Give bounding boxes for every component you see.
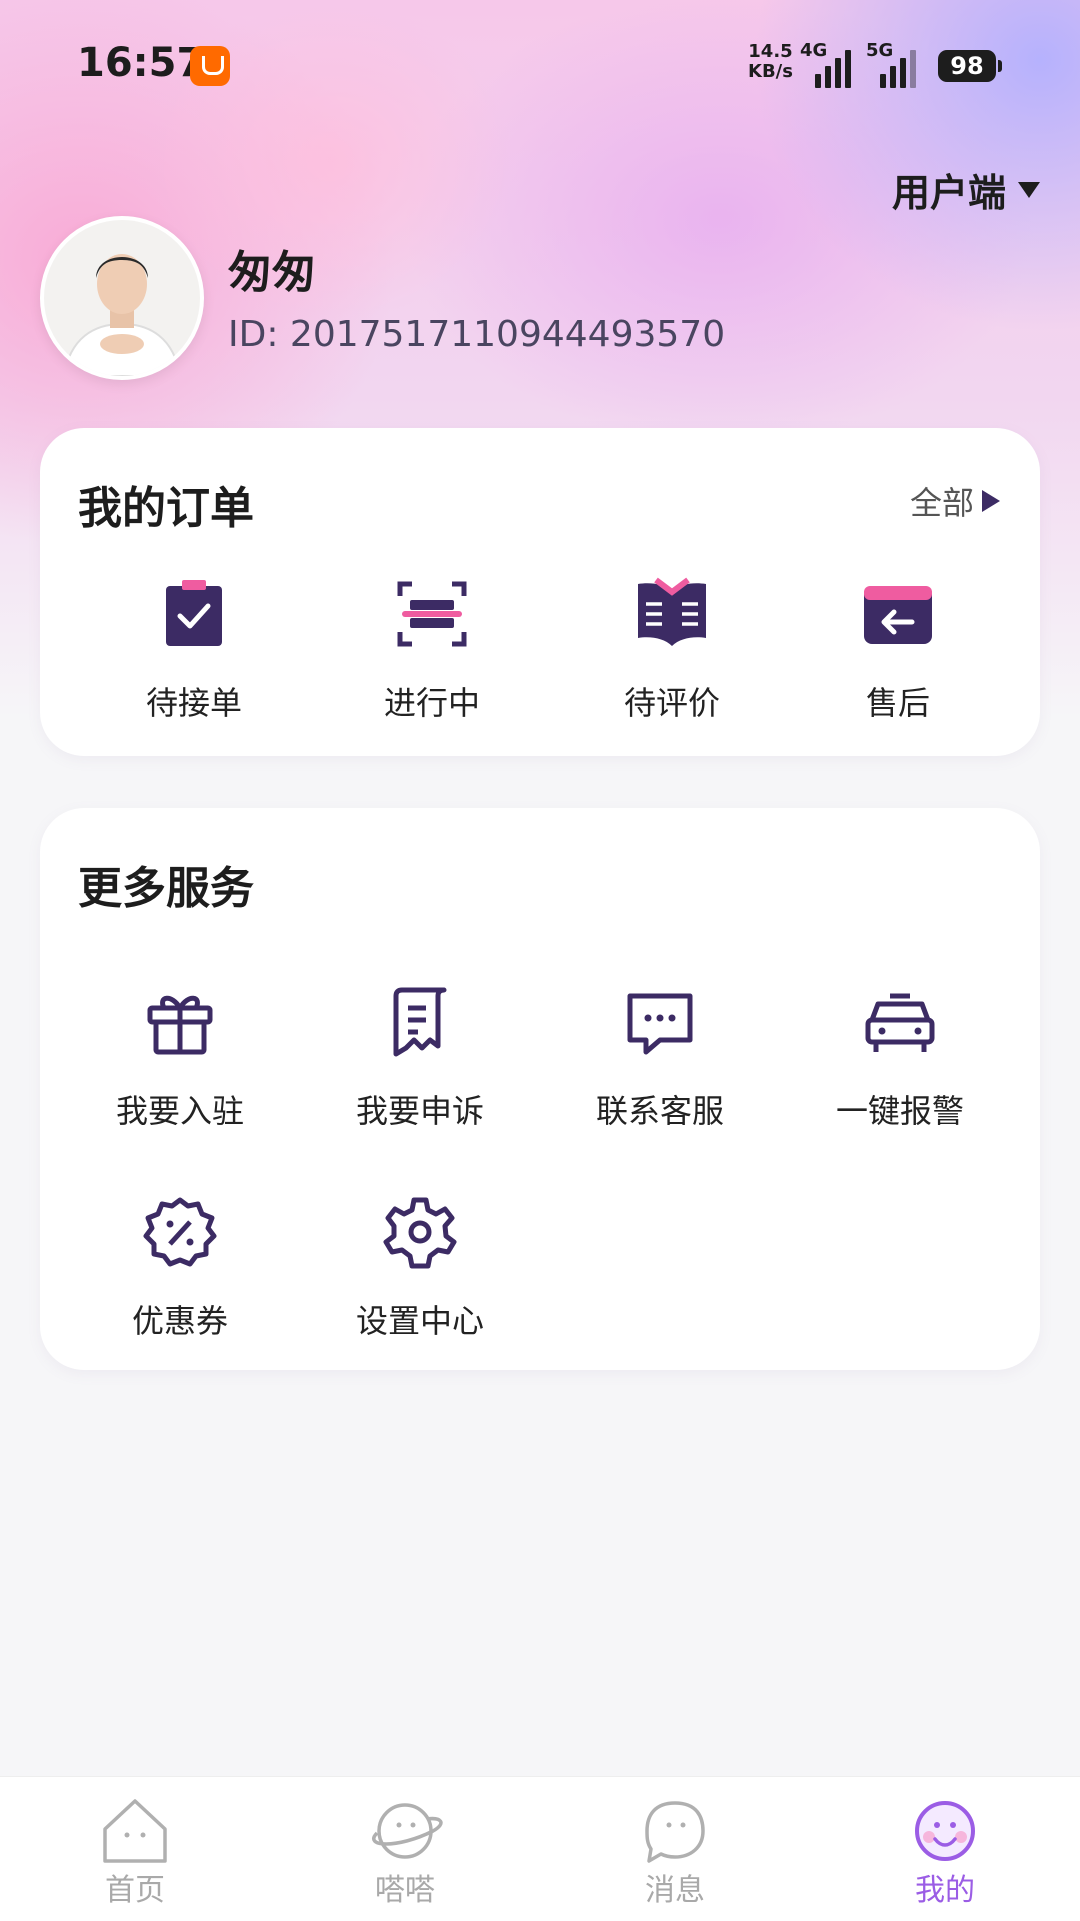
play-arrow-icon xyxy=(982,490,1000,512)
signal-bars-icon-2 xyxy=(880,48,916,88)
order-in-progress[interactable]: 进行中 xyxy=(332,576,532,724)
open-book-icon xyxy=(638,577,706,646)
service-appeal[interactable]: 我要申诉 xyxy=(320,984,520,1132)
service-label: 优惠券 xyxy=(131,1302,228,1340)
gear-icon xyxy=(383,1197,457,1269)
service-join[interactable]: 我要入驻 xyxy=(80,984,280,1132)
my-orders-title: 我的订单 xyxy=(78,483,254,534)
message-face-icon xyxy=(645,1801,705,1863)
role-switch[interactable]: 用户端 xyxy=(892,162,1040,217)
order-item-label: 待接单 xyxy=(145,684,242,722)
role-label: 用户端 xyxy=(891,171,1006,215)
more-services-title: 更多服务 xyxy=(78,863,254,914)
more-services-card: 更多服务 我要入驻 我要申诉 联系客服 一键报警 优惠券 设置中心 xyxy=(40,808,1040,1370)
avatar[interactable] xyxy=(40,216,204,380)
tab-dada[interactable]: 嗒嗒 xyxy=(270,1777,540,1921)
order-after-sales[interactable]: 售后 xyxy=(798,576,998,724)
police-car-icon xyxy=(865,993,935,1052)
scan-icon xyxy=(397,581,467,647)
order-pending-review[interactable]: 待评价 xyxy=(572,576,772,724)
clipboard-check-icon xyxy=(166,580,222,646)
order-item-label: 进行中 xyxy=(383,684,480,722)
tab-label: 我的 xyxy=(915,1873,975,1908)
service-settings[interactable]: 设置中心 xyxy=(320,1194,520,1342)
service-coupons[interactable]: 优惠券 xyxy=(80,1194,280,1342)
user-id: ID: 2017517110944493570 xyxy=(228,314,726,355)
service-label: 我要申诉 xyxy=(355,1092,484,1130)
smile-face-icon xyxy=(915,1801,975,1861)
service-label: 我要入驻 xyxy=(115,1092,244,1130)
discount-badge-icon xyxy=(143,1197,217,1267)
tab-messages[interactable]: 消息 xyxy=(540,1777,810,1921)
gift-icon xyxy=(147,995,213,1055)
status-time: 16:57 xyxy=(77,40,205,86)
see-all-orders-link[interactable]: 全部 xyxy=(910,478,1000,524)
user-photo xyxy=(44,220,200,376)
tab-home[interactable]: 首页 xyxy=(0,1777,270,1921)
order-item-label: 售后 xyxy=(865,684,930,722)
see-all-label: 全部 xyxy=(909,484,974,522)
signal-bars-icon xyxy=(815,48,851,88)
bottom-tab-bar: 首页 嗒嗒 消息 我的 xyxy=(0,1776,1080,1921)
service-label: 联系客服 xyxy=(595,1092,724,1130)
tab-mine[interactable]: 我的 xyxy=(810,1777,1080,1921)
chat-bubble-icon xyxy=(627,993,693,1055)
order-pending-accept[interactable]: 待接单 xyxy=(94,576,294,724)
battery-indicator: 98 xyxy=(938,50,1002,82)
service-label: 一键报警 xyxy=(835,1092,964,1130)
network-speed: 14.5 KB/s xyxy=(748,41,793,82)
tab-label: 首页 xyxy=(105,1873,165,1908)
caret-down-icon xyxy=(1018,181,1040,198)
shopping-app-icon xyxy=(190,46,230,86)
my-orders-card: 我的订单 全部 待接单 进行中 待评价 售后 xyxy=(40,428,1040,756)
house-icon xyxy=(103,1799,167,1863)
user-name: 匆匆 xyxy=(228,247,316,298)
order-item-label: 待评价 xyxy=(623,684,720,722)
service-emergency-alarm[interactable]: 一键报警 xyxy=(800,984,1000,1132)
return-card-icon xyxy=(864,586,932,644)
tab-label: 消息 xyxy=(645,1873,705,1908)
planet-face-icon xyxy=(372,1803,443,1859)
status-bar: 16:57 14.5 KB/s 4G 5G 98 xyxy=(0,40,1080,90)
service-label: 设置中心 xyxy=(355,1302,484,1340)
service-contact-support[interactable]: 联系客服 xyxy=(560,984,760,1132)
tab-label: 嗒嗒 xyxy=(375,1873,435,1908)
receipt-icon xyxy=(393,987,447,1057)
